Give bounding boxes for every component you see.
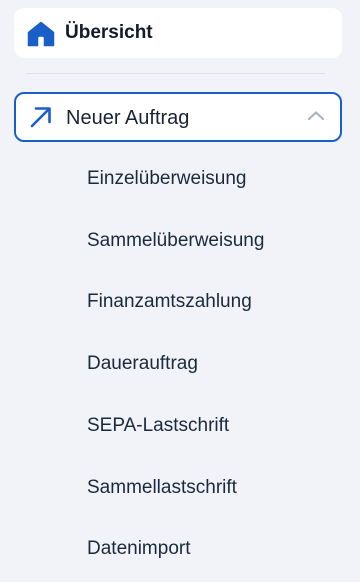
home-icon [27,21,55,47]
sidebar-navigation: Übersicht Neuer Auftrag Einzelüberweisun… [0,0,360,582]
submenu-item-tax-office-payment[interactable]: Finanzamtszahlung [87,290,252,314]
submenu-item-standing-order[interactable]: Dauerauftrag [87,352,198,376]
chevron-up-icon[interactable] [306,108,326,124]
submenu-item-bulk-transfer[interactable]: Sammelüberweisung [87,229,264,253]
nav-item-overview[interactable]: Übersicht [14,8,342,58]
nav-item-overview-label: Übersicht [65,22,153,43]
arrow-up-right-icon [28,104,54,130]
submenu-item-data-import[interactable]: Datenimport [87,537,191,561]
nav-item-new-order-label: Neuer Auftrag [66,107,190,129]
submenu-item-sepa-direct-debit[interactable]: SEPA-Lastschrift [87,414,229,438]
nav-divider [26,73,325,74]
submenu-item-bulk-direct-debit[interactable]: Sammellastschrift [87,476,237,500]
submenu-item-single-transfer[interactable]: Einzelüberweisung [87,167,247,191]
nav-item-new-order[interactable]: Neuer Auftrag [14,92,342,142]
